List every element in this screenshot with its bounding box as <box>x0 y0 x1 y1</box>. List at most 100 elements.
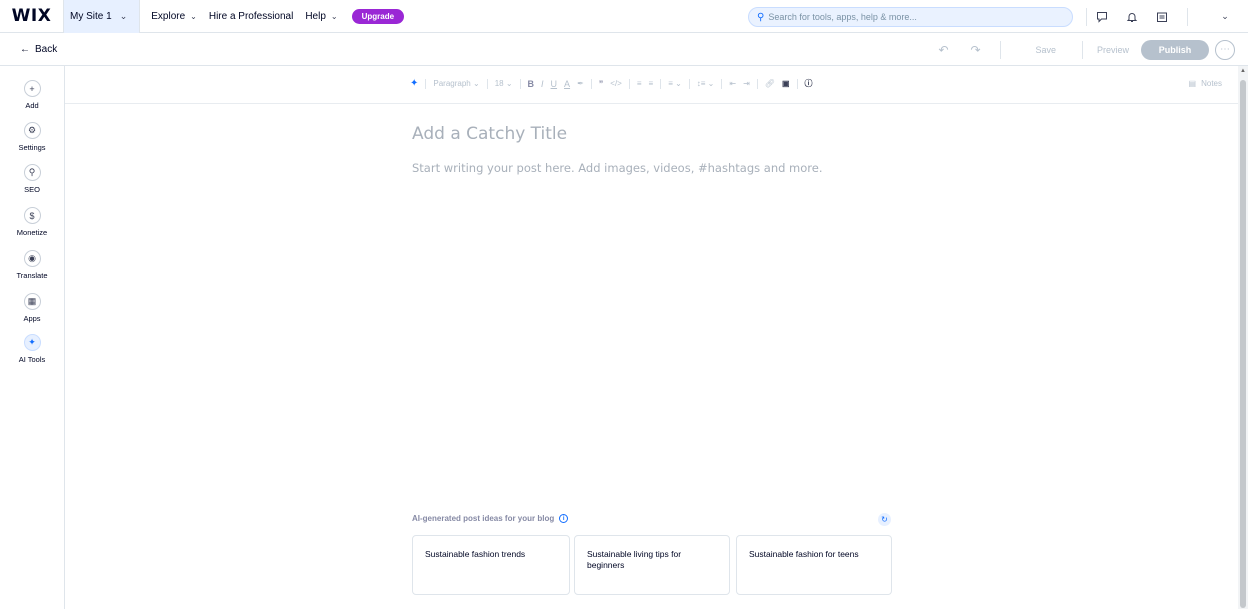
arrow-left-icon: ← <box>20 43 30 55</box>
paragraph-label: Paragraph <box>433 79 471 88</box>
dollar-icon: $ <box>23 207 41 224</box>
divider <box>1187 7 1188 26</box>
sidebar-item-monetize[interactable]: $ Monetize <box>0 207 64 237</box>
sidebar-item-add[interactable]: + Add <box>0 80 64 110</box>
undo-icon[interactable]: ↶ <box>932 43 954 57</box>
divider <box>519 78 521 89</box>
indent-increase-icon[interactable]: ⇥ <box>743 79 750 88</box>
chevron-down-icon[interactable]: ⌄ <box>1210 0 1240 33</box>
text-color-icon[interactable]: A <box>564 79 570 89</box>
gear-icon: ⚙ <box>23 122 41 139</box>
redo-icon[interactable]: ↷ <box>964 43 986 57</box>
divider <box>1081 40 1083 59</box>
sidebar-item-label: AI Tools <box>18 355 46 364</box>
nav-hire-label: Hire a Professional <box>208 10 294 22</box>
quote-icon[interactable]: ” <box>599 79 604 89</box>
divider <box>590 78 592 89</box>
divider <box>628 78 630 89</box>
bell-icon[interactable] <box>1117 0 1147 33</box>
notes-label: Notes <box>1201 79 1222 88</box>
scrollbar-thumb[interactable] <box>1240 80 1246 608</box>
divider <box>486 78 488 89</box>
formatting-toolbar: ✦ Paragraph ⌄ 18 ⌄ B I U A ✒ ” </> ≡ ≡ ≡… <box>65 66 1238 104</box>
indent-decrease-icon[interactable]: ⇤ <box>729 79 736 88</box>
preview-button[interactable]: Preview <box>1097 45 1129 55</box>
italic-icon[interactable]: I <box>541 79 544 89</box>
apps-icon: ▦ <box>23 293 41 310</box>
wix-logo[interactable]: WIX <box>0 0 64 33</box>
numbered-list-icon[interactable]: ≡ <box>637 79 642 88</box>
search-icon: ⚲ <box>757 11 765 23</box>
sidebar-item-label: Apps <box>23 314 41 323</box>
ai-ideas-heading-text: AI-generated post ideas for your blog <box>412 514 555 523</box>
post-body-input[interactable]: Start writing your post here. Add images… <box>412 161 823 175</box>
nav-help-label: Help <box>305 10 326 22</box>
link-icon[interactable]: 🔗︎ <box>765 79 775 88</box>
idea-card-text: Sustainable fashion for teens <box>749 549 859 559</box>
top-nav: Explore ⌄ Hire a Professional Help ⌄ Upg… <box>151 8 405 24</box>
site-selector[interactable]: My Site 1 ⌄ <box>64 0 141 33</box>
chat-icon[interactable] <box>1087 0 1117 33</box>
left-sidebar: + Add ⚙ Settings ⚲ SEO $ Monetize ◉ Tran… <box>0 66 65 609</box>
highlight-icon[interactable]: ✒ <box>577 79 584 88</box>
back-button[interactable]: ← Back <box>20 44 57 55</box>
refresh-icon[interactable]: ↻ <box>878 513 891 526</box>
chevron-down-icon: ⌄ <box>330 11 338 21</box>
bulleted-list-icon[interactable]: ≡ <box>649 79 654 88</box>
sidebar-item-settings[interactable]: ⚙ Settings <box>0 122 64 152</box>
plus-icon: + <box>23 80 41 97</box>
ai-ideas-heading: AI-generated post ideas for your blog i <box>412 514 569 523</box>
editor-bar: ← Back ↶ ↷ Save Preview Publish ⋯ <box>0 33 1248 66</box>
nav-explore[interactable]: Explore ⌄ <box>151 11 197 22</box>
more-options-icon[interactable]: ⋯ <box>1215 39 1235 60</box>
sidebar-item-label: Settings <box>18 143 46 152</box>
publish-button[interactable]: Publish <box>1141 39 1209 60</box>
nav-help[interactable]: Help ⌄ <box>305 11 337 22</box>
divider <box>796 78 798 89</box>
search-placeholder: Search for tools, apps, help & more... <box>768 12 917 22</box>
sidebar-item-label: SEO <box>24 185 40 194</box>
chevron-down-icon: ⌄ <box>119 10 128 21</box>
paragraph-style-select[interactable]: Paragraph ⌄ <box>433 79 479 88</box>
nav-explore-label: Explore <box>151 10 186 22</box>
idea-card[interactable]: Sustainable fashion trends <box>412 535 570 595</box>
info-icon[interactable]: i <box>559 514 569 523</box>
sidebar-item-seo[interactable]: ⚲ SEO <box>0 164 64 194</box>
sparkle-icon: ✦ <box>23 334 41 351</box>
notes-button[interactable]: ▤ Notes <box>1189 79 1222 88</box>
globe-icon: ◉ <box>23 250 41 267</box>
calendar-icon[interactable] <box>1147 0 1177 33</box>
scrollbar[interactable]: ▲ <box>1238 66 1248 609</box>
sidebar-item-label: Translate <box>16 271 48 280</box>
info-icon[interactable]: ⓘ <box>805 78 813 89</box>
divider <box>688 78 690 89</box>
scroll-up-icon[interactable]: ▲ <box>1240 68 1246 74</box>
upgrade-button[interactable]: Upgrade <box>351 8 405 24</box>
nav-hire-professional[interactable]: Hire a Professional <box>209 11 293 22</box>
bold-icon[interactable]: B <box>528 79 535 89</box>
search-icon: ⚲ <box>23 164 41 181</box>
notes-icon: ▤ <box>1188 79 1197 88</box>
post-title-input[interactable]: Add a Catchy Title <box>412 124 567 144</box>
line-spacing-icon[interactable]: ↕≡ ⌄ <box>697 79 715 88</box>
sidebar-item-label: Add <box>25 101 39 110</box>
divider <box>756 78 758 89</box>
sidebar-item-apps[interactable]: ▦ Apps <box>0 293 64 323</box>
chevron-down-icon: ⌄ <box>190 11 197 21</box>
divider <box>721 78 723 89</box>
sidebar-item-label: Monetize <box>16 228 48 237</box>
align-icon[interactable]: ≡ ⌄ <box>668 79 682 88</box>
divider <box>1000 40 1002 59</box>
search-input[interactable]: ⚲ Search for tools, apps, help & more... <box>748 7 1073 27</box>
idea-card[interactable]: Sustainable fashion for teens <box>736 535 892 595</box>
underline-icon[interactable]: U <box>551 79 558 89</box>
code-icon[interactable]: </> <box>610 79 622 88</box>
divider <box>425 78 427 89</box>
embed-icon[interactable]: ▣ <box>782 79 790 88</box>
sidebar-item-translate[interactable]: ◉ Translate <box>0 250 64 280</box>
idea-card[interactable]: Sustainable living tips for beginners <box>574 535 730 595</box>
sidebar-item-ai-tools[interactable]: ✦ AI Tools <box>0 334 64 364</box>
font-size-select[interactable]: 18 ⌄ <box>495 79 513 88</box>
ai-sparkle-icon[interactable]: ✦ <box>410 78 418 89</box>
save-button[interactable]: Save <box>1035 45 1056 55</box>
